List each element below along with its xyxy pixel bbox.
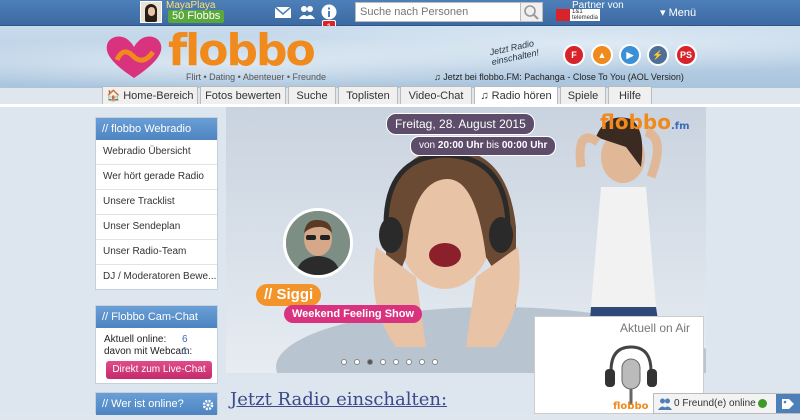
slide-dot-active[interactable] [367,359,373,365]
slide-dot[interactable] [419,359,425,365]
microphone-icon: flobbo [605,345,657,411]
tab-hilfe[interactable]: Hilfe [608,86,652,104]
flobbo-fm-logo: flobbo.fm [600,110,690,134]
dj-photo[interactable] [283,208,353,278]
slide-dot[interactable] [406,359,412,365]
slide-dot[interactable] [380,359,386,365]
ps-player-button[interactable]: PS [675,44,697,66]
camchat-online-row: Aktuell online: 6 [96,334,217,346]
camchat-webcam-count: 1 [182,346,188,357]
media-player-button[interactable]: ▶ [619,44,641,66]
avatar[interactable] [140,1,162,23]
time-from-label: von [419,140,436,151]
live-chat-button[interactable]: Direkt zum Live-Chat [106,361,212,379]
tab-fotos-bewerten[interactable]: Fotos bewerten [200,86,286,104]
winamp-player-button[interactable]: ⚡ [647,44,669,66]
flash-player-button[interactable]: F [563,44,585,66]
camchat-online-count: 6 [182,334,188,345]
camchat-webcam-row: davon mit Webcam: 1 [96,346,217,358]
sidebar-item-webradio-uebersicht[interactable]: Webradio Übersicht [96,140,217,164]
svg-text:flobbo: flobbo [613,401,649,411]
top-bar: MayaPlaya 50 Flobbs 1 Partner von 1&1tel… [0,0,800,34]
tab-spiele[interactable]: Spiele [560,86,606,104]
fm-logo-suffix: .fm [670,121,690,132]
friends-icon[interactable] [298,4,316,20]
vlc-player-button[interactable]: ▲ [591,44,613,66]
camchat-webcam-label: davon mit Webcam: [104,346,193,357]
tab-video-chat[interactable]: Video-Chat [400,86,472,104]
sidebar-camchat: // Flobbo Cam-Chat Aktuell online: 6 dav… [95,305,218,384]
slide-dot[interactable] [393,359,399,365]
on-air-title: Aktuell on Air [620,321,691,335]
tags-button[interactable] [776,394,800,413]
partner-logo[interactable]: 1&1 telemedia [556,9,600,21]
search-button[interactable] [520,2,543,22]
friends-online-label: 0 Freund(e) online [674,398,756,409]
friends-icon [658,398,672,410]
sidebar-whoonline-title: // Wer ist online? [96,393,217,415]
sidebar-item-wer-hoert[interactable]: Wer hört gerade Radio [96,164,217,189]
time-to: 00:00 Uhr [501,140,548,151]
radio-section-title: Jetzt Radio einschalten: [230,389,448,410]
search-icon [524,5,539,20]
gear-icon[interactable] [202,399,214,411]
dj-name: // Siggi [256,284,322,306]
slide-dot[interactable] [432,359,438,365]
dj-photo-image [286,211,350,275]
now-playing[interactable]: ♫ Jetzt bei flobbo.FM: Pachanga - Close … [434,72,684,82]
slide-dot[interactable] [341,359,347,365]
slide-dot[interactable] [354,359,360,365]
tab-suche[interactable]: Suche [288,86,336,104]
sidebar-item-dj-bewertung[interactable]: DJ / Moderatoren Bewe... [96,264,217,289]
show-date: Freitag, 28. August 2015 [386,113,535,135]
mail-icon[interactable] [274,4,292,20]
flobbs-balance[interactable]: 50 Flobbs [168,10,225,23]
info-icon[interactable] [320,4,338,20]
tab-radio-hoeren[interactable]: ♫ Radio hören [474,86,558,104]
sidebar-webradio: // flobbo Webradio Webradio Übersicht We… [95,117,218,290]
fm-logo-text: flobbo [600,110,671,134]
heart-logo-icon[interactable] [103,34,165,80]
site-logo[interactable]: flobbo [168,26,316,76]
time-to-label: bis [486,140,500,151]
camchat-online-label: Aktuell online: [104,334,167,345]
sidebar-item-radio-team[interactable]: Unser Radio-Team [96,239,217,264]
site-tagline: Flirt • Dating • Abenteuer • Freunde [186,72,327,82]
sidebar-whoonline: // Wer ist online? [95,392,218,415]
sidebar-webradio-title: // flobbo Webradio [96,118,217,140]
time-from: 20:00 Uhr [437,140,484,151]
tab-home[interactable]: 🏠 Home-Bereich [102,86,198,104]
tag-icon [782,399,794,409]
sidebar-item-tracklist[interactable]: Unsere Tracklist [96,189,217,214]
show-name: Weekend Feeling Show [284,305,423,323]
online-status-icon [758,399,767,408]
search-input[interactable] [355,2,521,22]
show-time: von 20:00 Uhr bis 00:00 Uhr [410,136,557,156]
sidebar-item-sendeplan[interactable]: Unser Sendeplan [96,214,217,239]
menu-button[interactable]: ▾ Menü [660,6,696,19]
sidebar-camchat-title: // Flobbo Cam-Chat [96,306,217,328]
friends-online-bar[interactable]: 0 Freund(e) online [653,393,800,414]
tab-toplisten[interactable]: Toplisten [338,86,398,104]
